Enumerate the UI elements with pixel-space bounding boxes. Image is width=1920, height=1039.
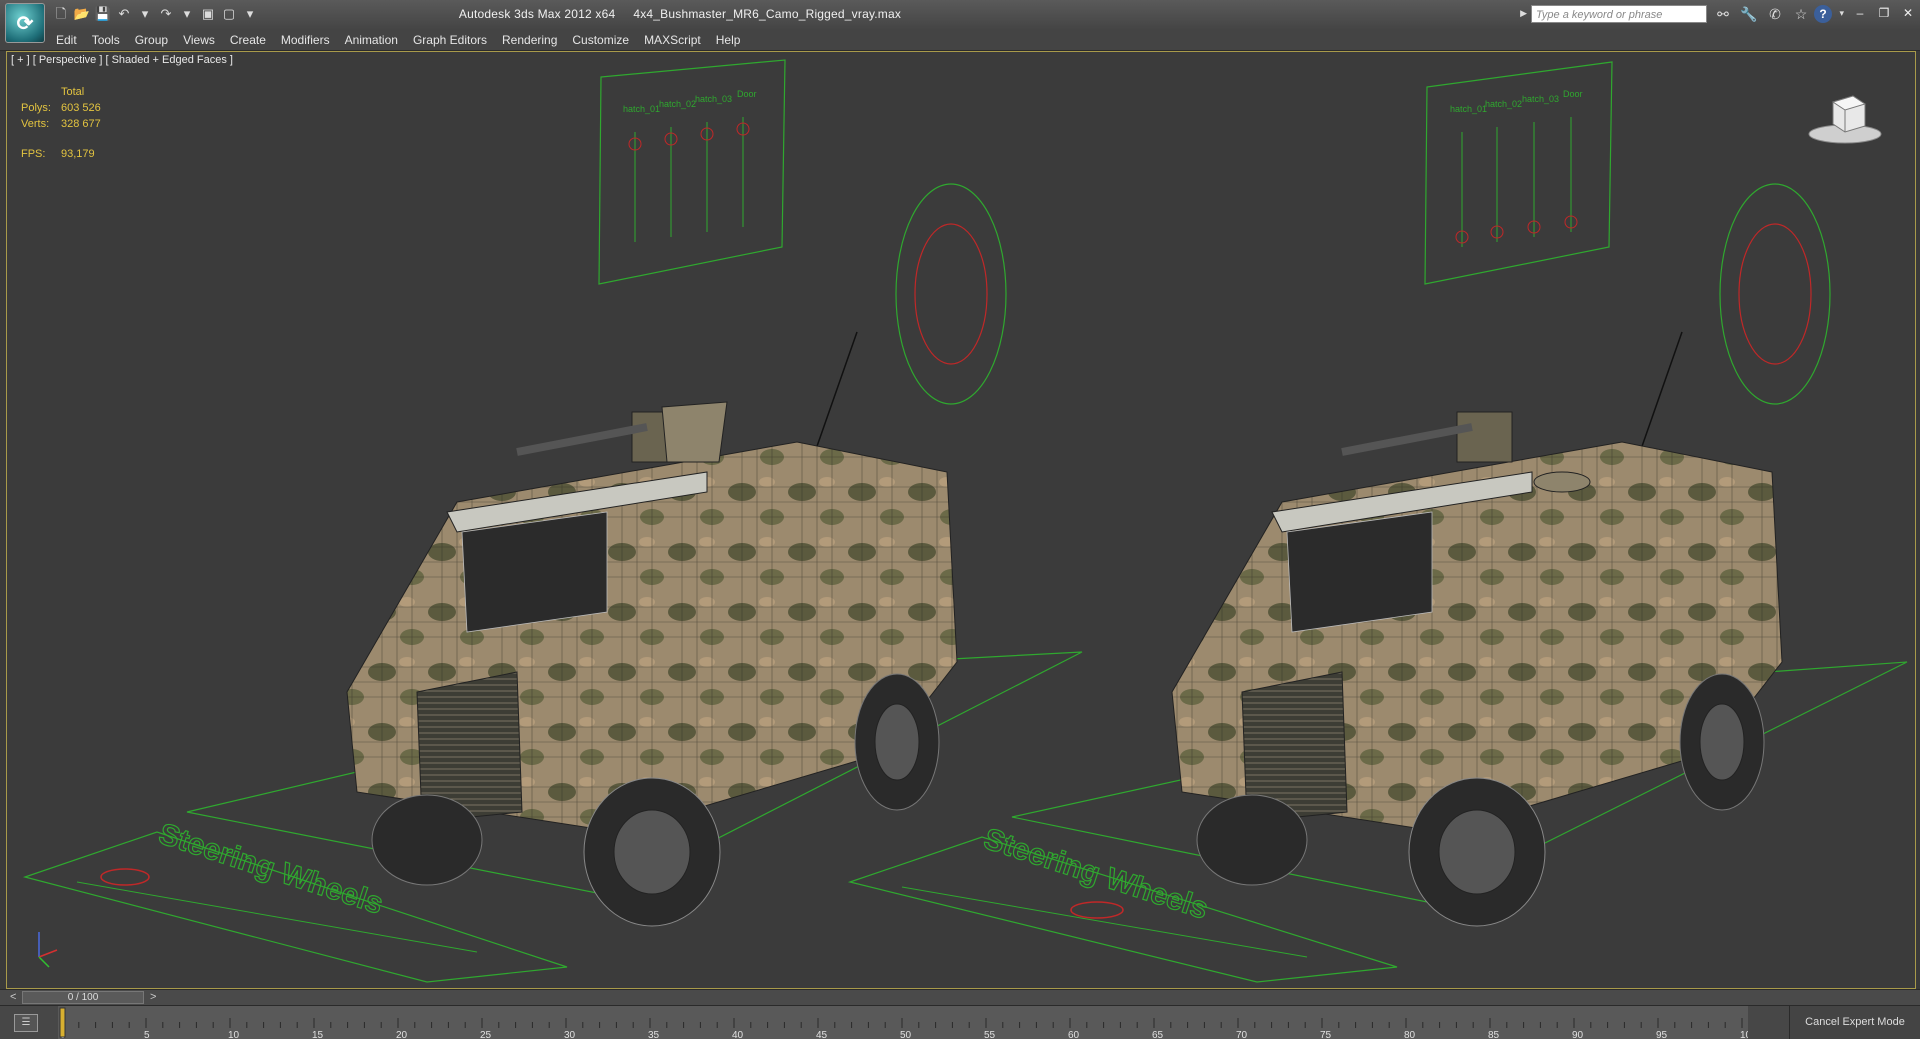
vehicle-scene-left[interactable]: Steering Wheels hatch_01 hatch_02 hatch_… — [22, 59, 1083, 983]
menu-item[interactable]: Customize — [572, 33, 629, 47]
help-icon[interactable]: ? — [1814, 5, 1832, 23]
menu-item[interactable]: Views — [183, 33, 215, 47]
polys-value: 603 526 — [61, 102, 101, 114]
previous-frame-icon[interactable]: < — [10, 991, 16, 1003]
search-expand-icon[interactable]: ▶ — [1520, 8, 1527, 19]
title-bar: 🗋 📂 💾 ↶ ▾ ↷ ▾ ▣ ▢ ▾ Autodesk 3ds Max 201… — [0, 0, 1920, 31]
menu-item[interactable]: Create — [230, 33, 266, 47]
restore-icon[interactable]: ❐ — [1878, 6, 1890, 20]
app-name: Autodesk 3ds Max 2012 x64 — [458, 7, 616, 21]
antenna-control-circle[interactable] — [1719, 183, 1831, 405]
perspective-viewport[interactable]: [ + ] [ Perspective ] [ Shaded + Edged F… — [6, 51, 1916, 989]
polys-label: Polys: — [21, 102, 51, 114]
hatch-label: hatch_01 — [1450, 104, 1487, 114]
search-input[interactable]: Type a keyword or phrase — [1531, 5, 1707, 23]
frame-ruler[interactable]: 0510152025303540455055606570758085909510… — [58, 1006, 1748, 1039]
antenna-control-circle[interactable] — [895, 183, 1007, 405]
vehicle-scene-right[interactable]: Steering Wheels hatch_01 hatch_02 hatch_… — [847, 61, 1908, 983]
hatch-label: hatch_02 — [659, 99, 696, 109]
hatch-sliders[interactable]: hatch_01 hatch_02 hatch_03 Door — [1450, 89, 1583, 247]
steering-wheels-label: Steering Wheels — [155, 817, 387, 921]
viewport-statistics: Total Polys: 603 526 Verts: 328 677 FPS: 93… — [21, 84, 101, 162]
help-dropdown-icon[interactable]: ▾ — [1839, 8, 1844, 19]
time-slider[interactable]: 0 / 100 — [22, 991, 144, 1004]
menu-item[interactable]: MAXScript — [644, 33, 701, 47]
menu-item[interactable]: Rendering — [502, 33, 557, 47]
hatch-sliders[interactable]: hatch_01 hatch_02 hatch_03 Door — [623, 89, 757, 242]
scene-canvas[interactable]: Steering Wheels hatch_01 hatch_02 hatch_… — [7, 52, 1916, 989]
steering-wheels-label: Steering Wheels — [980, 822, 1212, 926]
steering-control-circle[interactable] — [100, 868, 150, 886]
bushmaster-vehicle-right[interactable] — [1171, 411, 1783, 927]
viewcube-icon[interactable] — [1805, 86, 1885, 146]
menu-item[interactable]: Animation — [345, 33, 398, 47]
time-slider-bar: < 0 / 100 > — [0, 989, 1920, 1006]
steering-wheels-plate[interactable] — [22, 831, 568, 983]
cancel-expert-mode-button[interactable]: Cancel Expert Mode — [1789, 1006, 1920, 1039]
menu-item[interactable]: Tools — [92, 33, 120, 47]
window-title: Autodesk 3ds Max 2012 x64 4x4_Bushmaster_… — [0, 7, 1360, 21]
menu-item[interactable]: Edit — [56, 33, 77, 47]
window-controls: – ❐ ✕ — [1854, 6, 1914, 20]
fps-value: 93,179 — [61, 148, 95, 160]
hatch-label: hatch_03 — [695, 94, 732, 104]
verts-label: Verts: — [21, 118, 50, 130]
menu-item[interactable]: Help — [716, 33, 741, 47]
mini-curve-editor-icon[interactable]: ☰ — [14, 1014, 38, 1032]
minimize-icon[interactable]: – — [1854, 6, 1866, 20]
current-frame-marker[interactable] — [59, 1007, 66, 1038]
hatch-label: hatch_01 — [623, 104, 660, 114]
favorites-star-icon[interactable]: ☆ — [1792, 6, 1810, 23]
hatch-label: Door — [737, 89, 757, 99]
bushmaster-vehicle-left[interactable] — [346, 401, 958, 927]
verts-value: 328 677 — [61, 118, 101, 130]
stats-header: Total — [61, 86, 85, 98]
menu-item[interactable]: Modifiers — [281, 33, 330, 47]
menu-item[interactable]: Group — [135, 33, 168, 47]
hatch-label: hatch_03 — [1522, 94, 1559, 104]
axis-tripod — [38, 932, 58, 968]
track-bar: ☰ 05101520253035404550556065707580859095… — [0, 1005, 1920, 1039]
subscription-icon[interactable]: 🔧 — [1740, 6, 1758, 23]
file-name: 4x4_Bushmaster_MR6_Camo_Rigged_vray.max — [633, 7, 902, 21]
close-icon[interactable]: ✕ — [1902, 6, 1914, 20]
hatch-label: hatch_02 — [1485, 99, 1522, 109]
next-frame-icon[interactable]: > — [150, 991, 156, 1003]
viewport-label[interactable]: [ + ] [ Perspective ] [ Shaded + Edged F… — [11, 54, 233, 66]
fps-label: FPS: — [21, 148, 46, 160]
hatch-control-panel[interactable] — [1424, 61, 1613, 285]
hatch-label: Door — [1563, 89, 1583, 99]
binoculars-icon[interactable]: ⚯ — [1714, 6, 1732, 23]
hatch-control-panel[interactable] — [598, 59, 786, 285]
steering-control-circle[interactable] — [1070, 901, 1124, 919]
communication-center-icon[interactable]: ✆ — [1766, 6, 1784, 23]
infocenter-toolbar: ⚯ 🔧 ✆ ☆ — [1714, 6, 1810, 23]
app-logo-icon[interactable]: ⟳ — [5, 3, 45, 43]
menu-bar: Edit Tools Group Views Create Modifiers Animat… — [0, 30, 1920, 51]
menu-item[interactable]: Graph Editors — [413, 33, 487, 47]
